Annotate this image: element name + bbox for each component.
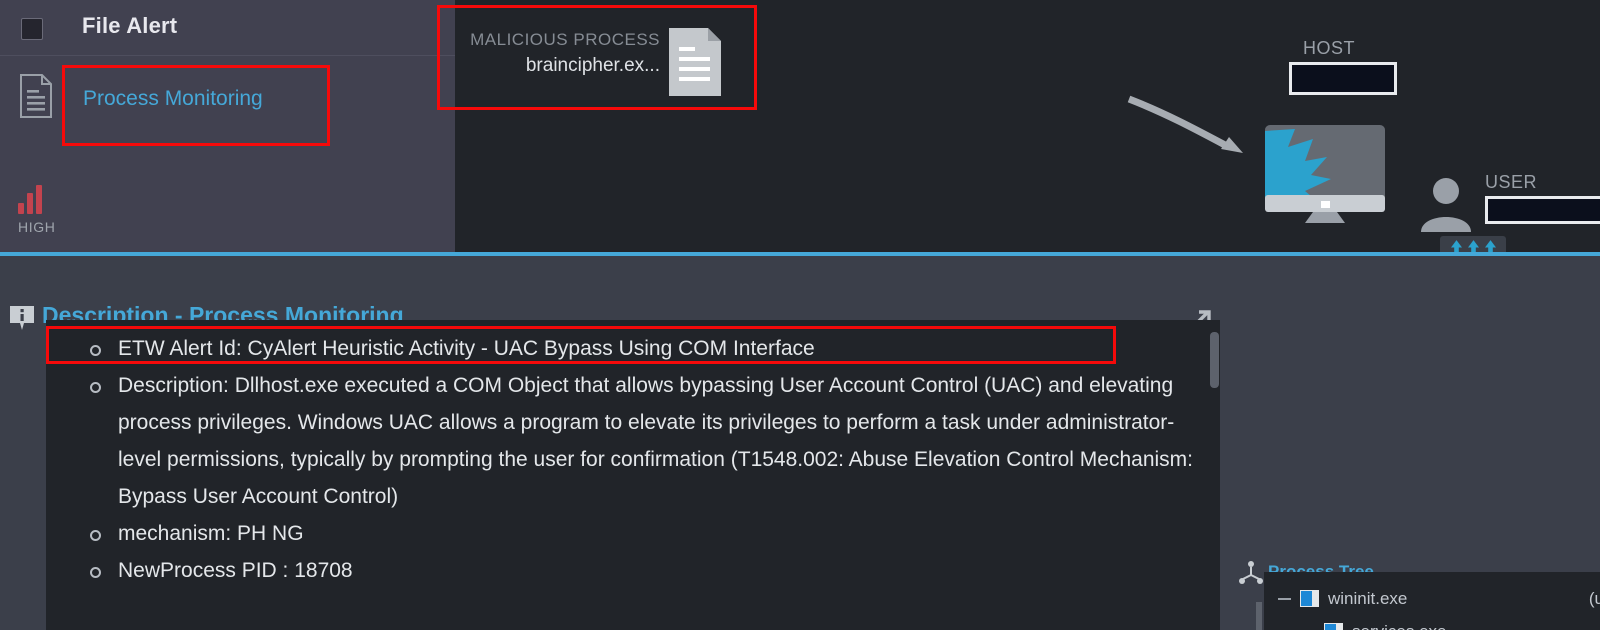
- malicious-process-label: MALICIOUS PROCESS: [470, 30, 660, 49]
- rule-name-link[interactable]: Process Monitoring: [83, 87, 263, 111]
- user-label: USER: [1485, 172, 1538, 192]
- host-label: HOST: [1303, 38, 1356, 58]
- process-tree-icon: [1238, 560, 1264, 586]
- collapse-toggle-icon[interactable]: [1278, 597, 1291, 600]
- description-scrollbar[interactable]: [1210, 332, 1219, 388]
- user-value-redacted: [1485, 196, 1600, 224]
- list-item: Description: Dllhost.exe executed a COM …: [90, 367, 1194, 515]
- tree-node-services[interactable]: services.exe: [1264, 615, 1600, 630]
- alert-summary-region: File Alert Process Monitoring HIGH MALIC…: [0, 0, 1600, 258]
- alert-details-region: Description - Process Monitoring ETW Ale…: [0, 256, 1600, 630]
- process-icon: [1300, 590, 1319, 607]
- malicious-process-value[interactable]: braincipher.ex...: [450, 55, 660, 77]
- host-value-redacted: [1289, 62, 1397, 95]
- severity-indicator: HIGH: [18, 184, 78, 235]
- process-icon: [1324, 623, 1343, 630]
- list-item: ETW Alert Id: CyAlert Heuristic Activity…: [90, 330, 1194, 367]
- info-icon: [8, 304, 36, 332]
- alert-rule-row: Process Monitoring: [0, 56, 455, 166]
- list-item: NewProcess PID : 18708: [90, 552, 1194, 589]
- rule-name-highlight-box: Process Monitoring: [62, 65, 330, 146]
- description-panel-header: Description - Process Monitoring: [0, 278, 1220, 337]
- process-name: wininit.exe: [1328, 588, 1408, 608]
- process-tree-header: Process Tree: [1228, 534, 1600, 584]
- user-avatar-icon: [1417, 174, 1475, 232]
- tree-node-wininit[interactable]: wininit.exe (u: [1264, 582, 1600, 615]
- alert-detail-view: File Alert Process Monitoring HIGH MALIC…: [0, 0, 1600, 630]
- list-item: mechanism: PH NG: [90, 515, 1194, 552]
- alert-select-checkbox[interactable]: [21, 18, 43, 40]
- severity-bars-icon: [18, 184, 78, 214]
- process-user-suffix: (u: [1588, 589, 1600, 608]
- process-name: services.exe: [1352, 622, 1446, 630]
- alert-type-title: File Alert: [82, 13, 178, 38]
- process-to-host-arrow-icon: [1125, 95, 1255, 165]
- alert-titlebar: File Alert: [0, 0, 455, 56]
- process-file-icon: [668, 27, 722, 97]
- alert-left-panel: File Alert Process Monitoring HIGH: [0, 0, 455, 252]
- process-tree-scrollbar[interactable]: [1256, 602, 1262, 630]
- process-tree-panel: Process Tree wininit.exe (u services.exe: [1228, 512, 1600, 630]
- description-bullet-list: ETW Alert Id: CyAlert Heuristic Activity…: [46, 320, 1220, 589]
- document-icon: [19, 74, 53, 118]
- alert-graph-panel: MALICIOUS PROCESS braincipher.ex... HOST…: [437, 0, 1600, 258]
- severity-label: HIGH: [18, 219, 56, 235]
- malicious-process-highlight-box: MALICIOUS PROCESS braincipher.ex...: [437, 5, 757, 110]
- host-monitor-icon: [1261, 123, 1389, 223]
- description-content: ETW Alert Id: CyAlert Heuristic Activity…: [46, 320, 1220, 630]
- process-tree-content: wininit.exe (u services.exe svchost.exe: [1264, 572, 1600, 630]
